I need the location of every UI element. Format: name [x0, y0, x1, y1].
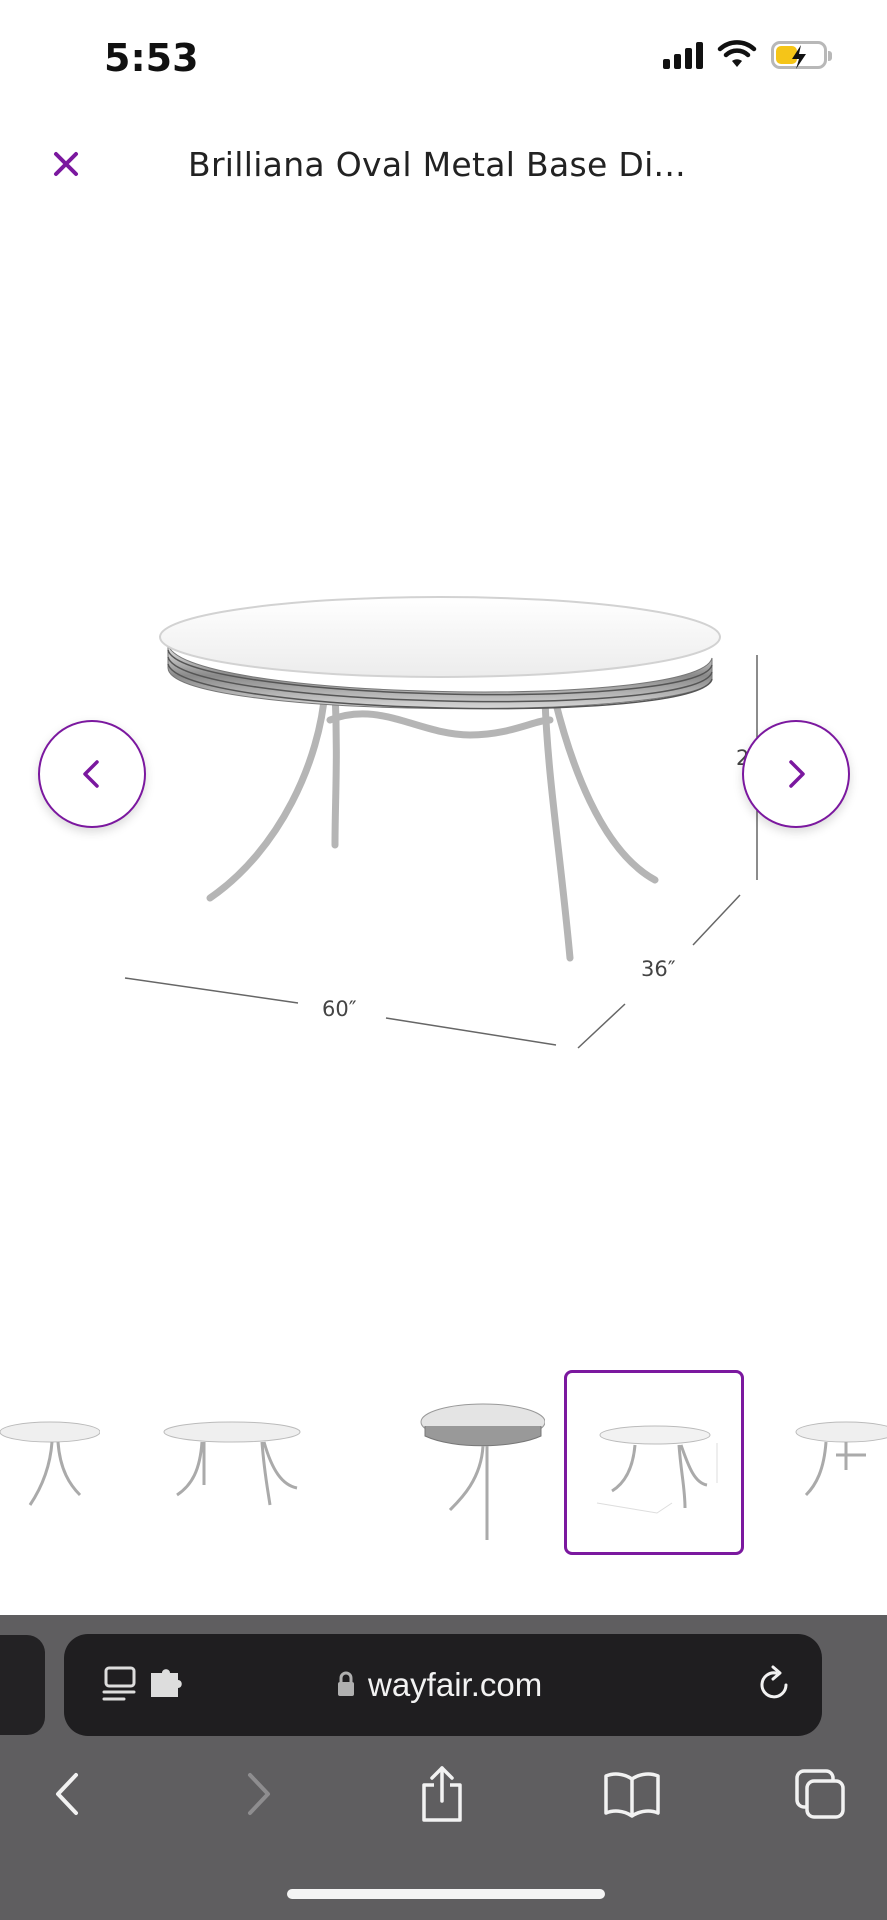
thumbnail-3[interactable]	[365, 1370, 546, 1555]
extension-icon[interactable]	[148, 1667, 190, 1703]
reload-icon[interactable]	[752, 1663, 796, 1707]
page-title: Brilliana Oval Metal Base Di...	[188, 145, 686, 184]
share-icon	[422, 1766, 462, 1822]
bookmarks-icon	[604, 1772, 660, 1818]
forward-icon	[248, 1773, 270, 1815]
back-icon	[56, 1773, 78, 1815]
back-button[interactable]	[36, 1762, 100, 1826]
table-legs	[206, 686, 659, 962]
previous-image-button[interactable]	[38, 720, 146, 828]
dimension-width: 60″	[322, 997, 357, 1021]
tabs-icon	[795, 1769, 845, 1819]
previous-tab-preview[interactable]	[0, 1635, 45, 1735]
close-button[interactable]	[46, 144, 86, 184]
thumbnail-strip	[0, 1370, 887, 1555]
battery-charging-icon	[771, 41, 832, 69]
dimension-depth: 36″	[641, 957, 676, 981]
reader-icon[interactable]	[102, 1665, 142, 1705]
wifi-icon	[717, 40, 757, 67]
tabs-button[interactable]	[788, 1762, 852, 1826]
forward-button[interactable]	[226, 1762, 290, 1826]
status-time: 5:53	[104, 36, 199, 80]
close-icon	[54, 152, 78, 176]
share-button[interactable]	[410, 1762, 474, 1826]
bookmarks-button[interactable]	[600, 1762, 664, 1826]
next-image-button[interactable]	[742, 720, 850, 828]
home-indicator[interactable]	[287, 1889, 605, 1899]
url-text[interactable]: wayfair.com	[368, 1666, 542, 1704]
lock-icon	[338, 1671, 354, 1696]
product-image[interactable]	[0, 560, 887, 1080]
table-top	[159, 596, 721, 678]
thumbnail-5[interactable]	[786, 1370, 887, 1555]
thumbnail-4-selected[interactable]	[564, 1370, 744, 1555]
signal-icon	[663, 41, 703, 69]
chevron-left-icon	[83, 760, 99, 788]
thumbnail-1[interactable]	[0, 1370, 101, 1555]
chevron-right-icon	[789, 760, 805, 788]
status-icons	[663, 40, 832, 70]
thumbnail-2[interactable]	[142, 1370, 322, 1555]
